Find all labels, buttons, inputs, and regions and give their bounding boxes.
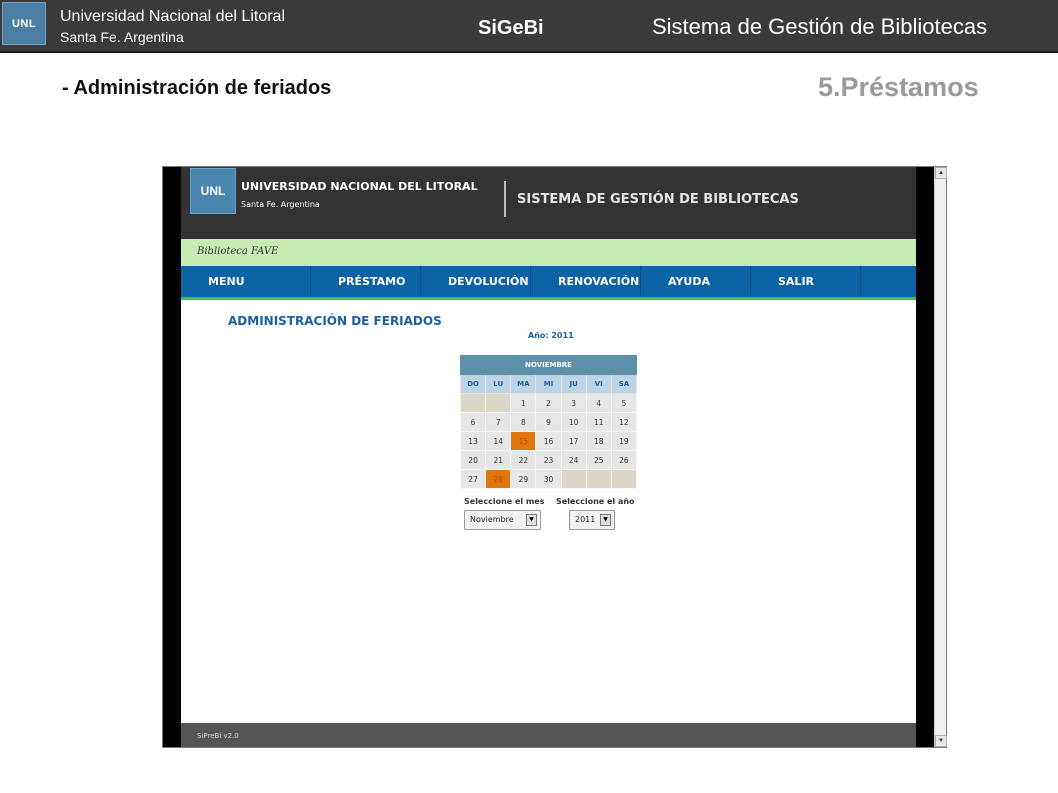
calendar-day[interactable]: 14 bbox=[485, 431, 512, 451]
nav-prestamo[interactable]: PRÉSTAMO bbox=[311, 266, 421, 297]
calendar-empty-cell bbox=[459, 393, 487, 413]
app-header: UNL UNIVERSIDAD NACIONAL DEL LITORAL San… bbox=[181, 167, 916, 239]
nav-devolucion[interactable]: DEVOLUCIÓN bbox=[421, 266, 531, 297]
calendar-month: NOVIEMBRE bbox=[460, 355, 637, 375]
month-select[interactable]: Noviembre ▼ bbox=[464, 510, 541, 530]
calendar-day[interactable]: 1 bbox=[510, 393, 537, 413]
slide-header: UNL Universidad Nacional del Litoral San… bbox=[0, 0, 1058, 53]
weekday-header: DO bbox=[459, 374, 487, 394]
weekday-header: JU bbox=[560, 374, 587, 394]
app-footer: SiPreBi v2.0 bbox=[181, 723, 916, 747]
nav-ayuda[interactable]: AYUDA bbox=[641, 266, 751, 297]
calendar-empty-cell bbox=[485, 393, 512, 413]
system-name: Sistema de Gestión de Bibliotecas bbox=[652, 14, 988, 39]
calendar-week: 20 21 22 23 24 25 26 bbox=[459, 450, 638, 470]
calendar-holiday-day[interactable]: 28 bbox=[485, 469, 512, 489]
calendar-day[interactable]: 20 bbox=[459, 450, 487, 470]
calendar-day[interactable]: 9 bbox=[535, 412, 562, 432]
calendar-day[interactable]: 11 bbox=[585, 412, 612, 432]
calendar-day[interactable]: 18 bbox=[585, 431, 612, 451]
page-title: ADMINISTRACIÓN DE FERIADOS bbox=[228, 314, 442, 328]
weekday-header: SA bbox=[610, 374, 638, 394]
weekday-header: LU bbox=[485, 374, 512, 394]
unl-logo: UNL bbox=[2, 2, 46, 45]
calendar-day[interactable]: 10 bbox=[560, 412, 587, 432]
year-label: Año: 2011 bbox=[528, 331, 574, 340]
library-name: Biblioteca FAVE bbox=[197, 246, 279, 257]
year-select-value: 2011 bbox=[575, 515, 596, 524]
calendar-day[interactable]: 4 bbox=[585, 393, 612, 413]
calendar-day[interactable]: 5 bbox=[610, 393, 638, 413]
app-short-name: SiGeBi bbox=[478, 17, 544, 39]
calendar-day[interactable]: 16 bbox=[535, 431, 562, 451]
header-divider bbox=[504, 181, 506, 217]
select-month-label: Seleccione el mes bbox=[464, 497, 545, 506]
calendar-day[interactable]: 21 bbox=[485, 450, 512, 470]
university-city: Santa Fe. Argentina bbox=[60, 29, 184, 45]
holiday-calendar: NOVIEMBRE DO LU MA MI JU VI SA 1 2 3 4 5 6 7 8 9 10 11 12… bbox=[459, 355, 638, 489]
slide-subtitle: - Administración de feriados bbox=[62, 77, 332, 99]
calendar-day[interactable]: 29 bbox=[510, 469, 537, 489]
calendar-week: 6 7 8 9 10 11 12 bbox=[459, 412, 638, 432]
calendar-week: 27 28 29 30 bbox=[459, 469, 638, 489]
weekday-header: VI bbox=[585, 374, 612, 394]
vertical-scrollbar[interactable]: ▲ ▼ bbox=[934, 167, 947, 747]
app-page: UNL UNIVERSIDAD NACIONAL DEL LITORAL San… bbox=[181, 167, 916, 747]
calendar-day[interactable]: 22 bbox=[510, 450, 537, 470]
calendar-day[interactable]: 2 bbox=[535, 393, 562, 413]
calendar-day[interactable]: 30 bbox=[535, 469, 562, 489]
calendar-day[interactable]: 7 bbox=[485, 412, 512, 432]
slide: UNL Universidad Nacional del Litoral San… bbox=[0, 0, 1058, 793]
main-nav: MENU PRÉSTAMO DEVOLUCIÓN RENOVACIÓN AYUD… bbox=[181, 266, 916, 300]
calendar-days: 1 2 3 4 5 6 7 8 9 10 11 12 13 14 15 16 17 18 19 20 21 22 23 24 2… bbox=[459, 393, 638, 489]
calendar-week: 13 14 15 16 17 18 19 bbox=[459, 431, 638, 451]
nav-menu[interactable]: MENU bbox=[181, 266, 311, 297]
app-system-name: SISTEMA DE GESTIÓN DE BIBLIOTECAS bbox=[517, 192, 799, 207]
calendar-day[interactable]: 24 bbox=[560, 450, 587, 470]
nav-salir[interactable]: SALIR bbox=[751, 266, 861, 297]
calendar-empty-cell bbox=[610, 469, 638, 489]
calendar-empty-cell bbox=[585, 469, 612, 489]
calendar-weekdays: DO LU MA MI JU VI SA bbox=[459, 374, 638, 394]
app-logo[interactable]: UNL bbox=[190, 168, 236, 214]
calendar-day[interactable]: 26 bbox=[610, 450, 638, 470]
university-name: Universidad Nacional del Litoral bbox=[60, 8, 286, 25]
calendar-day[interactable]: 13 bbox=[459, 431, 487, 451]
calendar-day[interactable]: 12 bbox=[610, 412, 638, 432]
weekday-header: MI bbox=[535, 374, 562, 394]
app-version: SiPreBi v2.0 bbox=[197, 732, 239, 740]
browser-screenshot: UNL UNIVERSIDAD NACIONAL DEL LITORAL San… bbox=[162, 166, 947, 748]
nav-renovacion[interactable]: RENOVACIÓN bbox=[531, 266, 641, 297]
slide-section: 5.Préstamos bbox=[818, 72, 979, 102]
month-select-value: Noviembre bbox=[470, 515, 514, 524]
calendar-week: 12345 bbox=[459, 393, 638, 413]
calendar-day[interactable]: 8 bbox=[510, 412, 537, 432]
calendar-day[interactable]: 27 bbox=[459, 469, 487, 489]
app-university-name: UNIVERSIDAD NACIONAL DEL LITORAL bbox=[241, 180, 478, 193]
library-bar: Biblioteca FAVE bbox=[181, 239, 916, 266]
calendar-day[interactable]: 19 bbox=[610, 431, 638, 451]
year-select[interactable]: 2011 ▼ bbox=[569, 510, 615, 530]
app-city: Santa Fe. Argentina bbox=[241, 200, 320, 209]
scroll-up-arrow-icon[interactable]: ▲ bbox=[935, 167, 947, 179]
weekday-header: MA bbox=[510, 374, 537, 394]
calendar-day[interactable]: 17 bbox=[560, 431, 587, 451]
calendar-day[interactable]: 6 bbox=[459, 412, 487, 432]
calendar-day[interactable]: 3 bbox=[560, 393, 587, 413]
calendar-holiday-day[interactable]: 15 bbox=[510, 431, 537, 451]
dropdown-arrow-icon[interactable]: ▼ bbox=[526, 514, 537, 526]
select-year-label: Seleccione el año bbox=[556, 497, 635, 506]
calendar-day[interactable]: 23 bbox=[535, 450, 562, 470]
calendar-empty-cell bbox=[560, 469, 587, 489]
calendar-day[interactable]: 25 bbox=[585, 450, 612, 470]
dropdown-arrow-icon[interactable]: ▼ bbox=[600, 514, 611, 526]
scroll-down-arrow-icon[interactable]: ▼ bbox=[935, 735, 947, 747]
